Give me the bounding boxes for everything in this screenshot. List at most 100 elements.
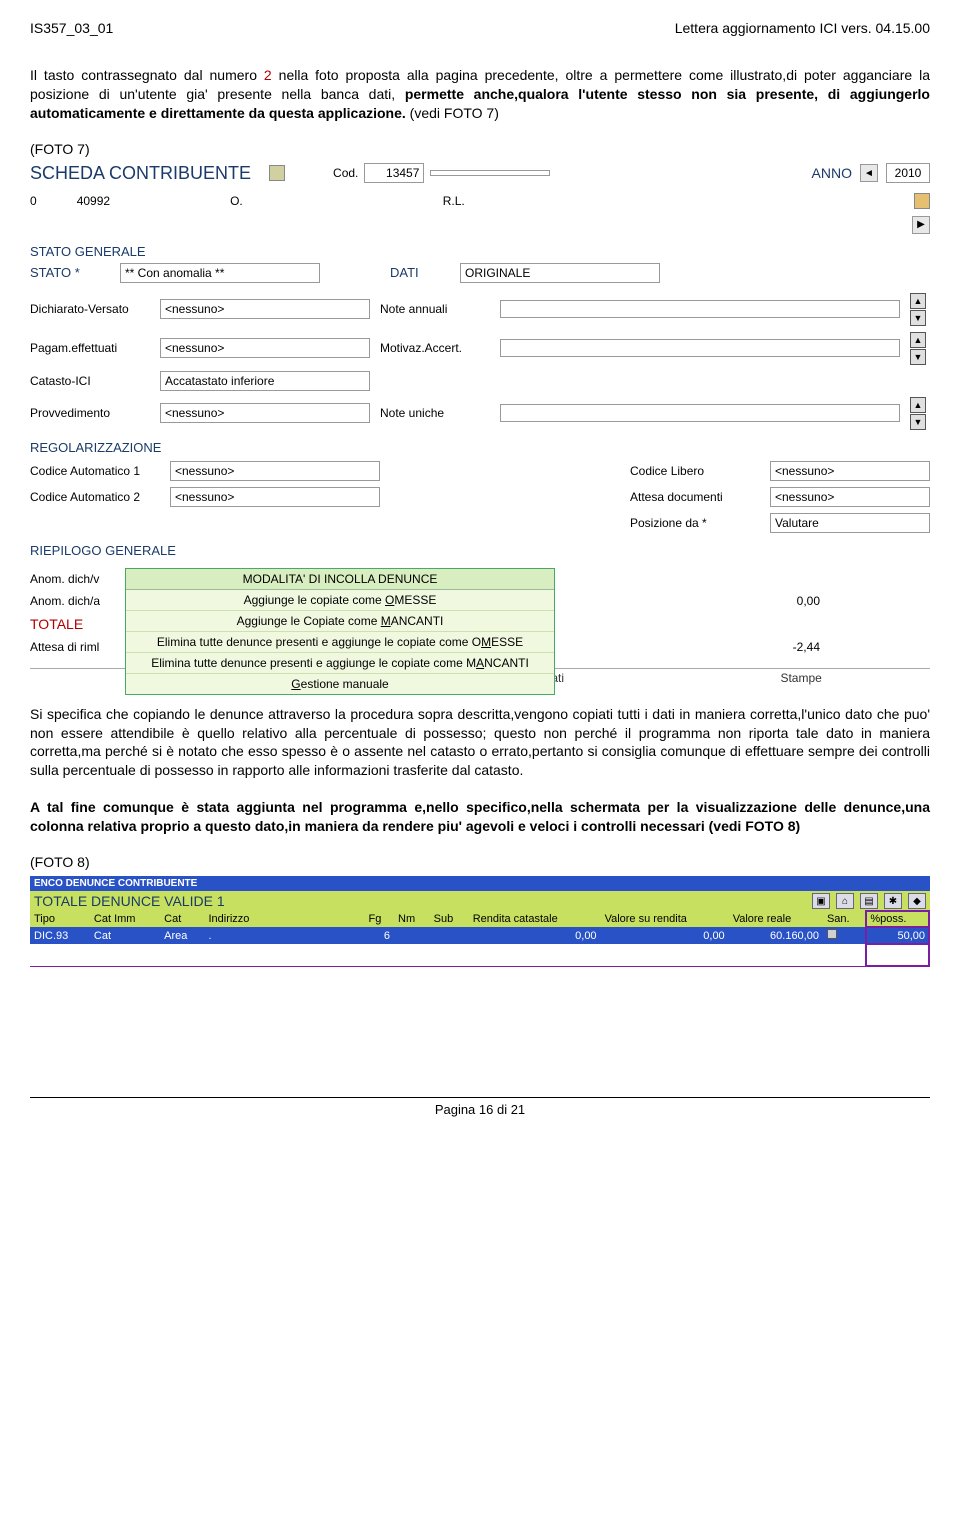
catasto-label: Catasto-ICI (30, 374, 150, 388)
motivaz-field[interactable] (500, 339, 900, 357)
anom2-label: Anom. dich/a (30, 594, 100, 608)
contrib-icon[interactable] (269, 165, 285, 181)
cell-valrend: 0,00 (601, 927, 729, 944)
dichiarato-field[interactable]: <nessuno> (160, 299, 370, 319)
noteuniche-label: Note uniche (380, 406, 490, 420)
note-down-icon[interactable]: ▼ (910, 310, 926, 326)
col-san: San. (823, 911, 866, 927)
codlibero-label: Codice Libero (630, 464, 760, 478)
anno-prev-button[interactable]: ◄ (860, 164, 878, 182)
dati-field[interactable]: ORIGINALE (460, 263, 660, 283)
popup-item-gestione[interactable]: Gestione manuale (126, 674, 554, 694)
doc-code: IS357_03_01 (30, 20, 113, 36)
stato-generale-label: STATO GENERALE (30, 244, 930, 259)
pagam-field[interactable]: <nessuno> (160, 338, 370, 358)
noteun-down-icon[interactable]: ▼ (910, 414, 926, 430)
foto7-caption: (FOTO 7) (30, 141, 930, 157)
provved-field[interactable]: <nessuno> (160, 403, 370, 423)
checkbox-icon[interactable] (827, 929, 837, 939)
cell-valreale: 60.160,00 (729, 927, 823, 944)
row2-d: R.L. (443, 194, 465, 208)
col-fg: Fg (364, 911, 394, 927)
dati-label: DATI (390, 265, 450, 280)
foto8-caption: (FOTO 8) (30, 854, 930, 870)
toolbar-btn-4[interactable]: ✱ (884, 893, 902, 909)
tab-stampe[interactable]: Stampe (780, 671, 821, 685)
anom1-label: Anom. dich/v (30, 572, 99, 586)
col-rendita: Rendita catastale (469, 911, 601, 927)
totale-label: TOTALE (30, 616, 83, 632)
posizione-field[interactable]: Valutare (770, 513, 930, 533)
toolbar-btn-1[interactable]: ▣ (812, 893, 830, 909)
col-tipo: Tipo (30, 911, 90, 927)
col-cat: Cat (160, 911, 204, 927)
toolbar-btn-3[interactable]: ▤ (860, 893, 878, 909)
screenshot-foto7: SCHEDA CONTRIBUENTE Cod. 13457 ANNO ◄ 20… (30, 161, 930, 685)
ref-number: 2 (264, 67, 272, 83)
motivaz-down-icon[interactable]: ▼ (910, 349, 926, 365)
paragraph-2b: A tal fine comunque è stata aggiunta nel… (30, 798, 930, 836)
table-row[interactable]: DIC.93 Cat Area . 6 0,00 0,00 60.160,00 … (30, 927, 929, 944)
note-up-icon[interactable]: ▲ (910, 293, 926, 309)
cell-sub (430, 927, 469, 944)
denunce-table: Tipo Cat Imm Cat Indirizzo Fg Nm Sub Ren… (30, 911, 930, 967)
nav-right-button[interactable]: ▶ (912, 216, 930, 234)
row2-b: 40992 (77, 194, 110, 208)
note-annuali-field[interactable] (500, 300, 900, 318)
noteuniche-field[interactable] (500, 404, 900, 422)
dichiarato-label: Dichiarato-Versato (30, 302, 150, 316)
note-annuali-label: Note annuali (380, 302, 490, 316)
cod-field[interactable]: 13457 (364, 163, 424, 183)
col-valrend: Valore su rendita (601, 911, 729, 927)
stato-label: STATO * (30, 265, 110, 280)
codlibero-field[interactable]: <nessuno> (770, 461, 930, 481)
toolbar-btn-2[interactable]: ⌂ (836, 893, 854, 909)
popup-item-omesse[interactable]: Aggiunge le copiate come OMESSE (126, 590, 554, 611)
col-valreale: Valore reale (729, 911, 823, 927)
doc-title: Lettera aggiornamento ICI vers. 04.15.00 (675, 20, 930, 36)
toolbar-btn-5[interactable]: ◆ (908, 893, 926, 909)
popup-header: MODALITA' DI INCOLLA DENUNCE (126, 569, 554, 590)
popup-item-mancanti[interactable]: Aggiunge le Copiate come MANCANTI (126, 611, 554, 632)
cod-desc-field[interactable] (430, 170, 550, 176)
motivaz-up-icon[interactable]: ▲ (910, 332, 926, 348)
anno-field[interactable]: 2010 (886, 163, 930, 183)
incolla-denunce-popup: MODALITA' DI INCOLLA DENUNCE Aggiunge le… (125, 568, 555, 695)
row2-a: 0 (30, 194, 37, 208)
col-catimm: Cat Imm (90, 911, 160, 927)
riepilogo-label: RIEPILOGO GENERALE (30, 543, 930, 558)
attesadoc-field[interactable]: <nessuno> (770, 487, 930, 507)
paragraph-2a: Si specifica che copiando le denunce att… (30, 705, 930, 781)
cell-fg: 6 (364, 927, 394, 944)
motivaz-label: Motivaz.Accert. (380, 341, 490, 355)
regolarizz-label: REGOLARIZZAZIONE (30, 440, 930, 455)
noteun-up-icon[interactable]: ▲ (910, 397, 926, 413)
screenshot-foto8: ENCO DENUNCE CONTRIBUENTE TOTALE DENUNCE… (30, 876, 930, 967)
val1: 0,00 (797, 594, 820, 608)
edit-icon[interactable] (914, 193, 930, 209)
bluebar-title: ENCO DENUNCE CONTRIBUENTE (30, 876, 930, 891)
table-empty-row (30, 944, 929, 966)
table-header-row: Tipo Cat Imm Cat Indirizzo Fg Nm Sub Ren… (30, 911, 929, 927)
cell-tipo: DIC.93 (30, 927, 90, 944)
attesadoc-label: Attesa documenti (630, 490, 760, 504)
attesa-label: Attesa di riml (30, 640, 99, 654)
codauto1-field[interactable]: <nessuno> (170, 461, 380, 481)
codauto2-field[interactable]: <nessuno> (170, 487, 380, 507)
col-poss: %poss. (866, 911, 929, 927)
catasto-field[interactable]: Accatastato inferiore (160, 371, 370, 391)
codauto2-label: Codice Automatico 2 (30, 490, 160, 504)
stato-field[interactable]: ** Con anomalia ** (120, 263, 320, 283)
val2: -2,44 (793, 640, 820, 654)
cell-cat: Area (160, 927, 204, 944)
cod-label: Cod. (333, 166, 358, 180)
col-indirizzo: Indirizzo (204, 911, 364, 927)
cell-rendita: 0,00 (469, 927, 601, 944)
provved-label: Provvedimento (30, 406, 150, 420)
popup-item-elim-mancanti[interactable]: Elimina tutte denunce presenti e aggiung… (126, 653, 554, 674)
window-title: SCHEDA CONTRIBUENTE (30, 163, 251, 184)
totale-denunce-title: TOTALE DENUNCE VALIDE 1 (34, 893, 225, 909)
popup-item-elim-omesse[interactable]: Elimina tutte denunce presenti e aggiung… (126, 632, 554, 653)
cell-indirizzo: . (204, 927, 364, 944)
row2-c: O. (230, 194, 243, 208)
